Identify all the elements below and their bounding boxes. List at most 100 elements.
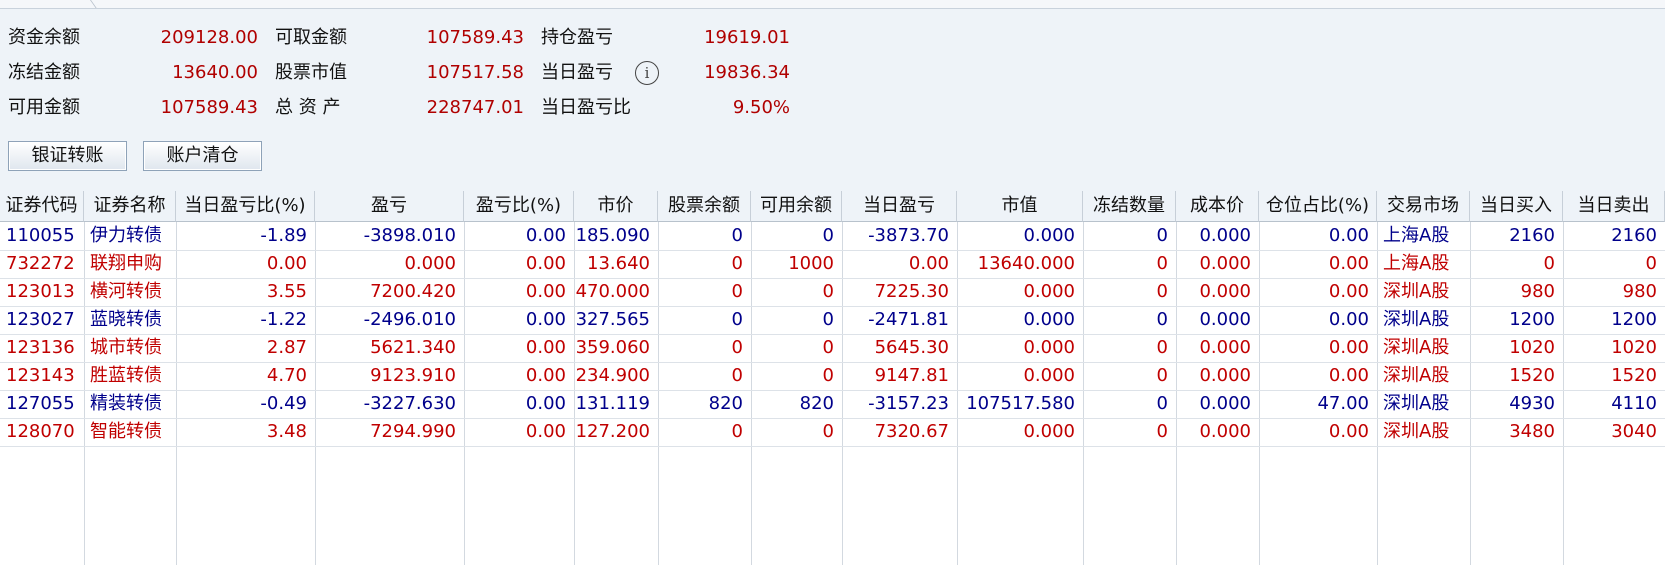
cell-cost-price: 0.000 xyxy=(1199,225,1251,246)
cell-stock-balance: 0 xyxy=(731,337,743,358)
cell-position-ratio: 47.00 xyxy=(1317,393,1369,414)
cell-pnl: -3227.630 xyxy=(363,393,456,414)
cell-code: 732272 xyxy=(6,253,75,274)
cell-sell-today: 1200 xyxy=(1611,309,1657,330)
clear-account-button[interactable]: 账户清仓 xyxy=(143,141,262,171)
info-icon[interactable]: i xyxy=(635,61,659,85)
cell-daily-ratio: 3.48 xyxy=(266,421,307,442)
cell-name: 联翔申购 xyxy=(90,253,162,274)
cell-stock-balance: 0 xyxy=(731,253,743,274)
cell-position-ratio: 0.00 xyxy=(1328,253,1369,274)
cell-buy-today: 0 xyxy=(1543,253,1555,274)
cell-daily-ratio: -1.89 xyxy=(260,225,307,246)
col-header-cost-price[interactable]: 成本价 xyxy=(1176,191,1259,222)
cell-pnl: -2496.010 xyxy=(363,309,456,330)
cell-daily-pnl: 0.00 xyxy=(908,253,949,274)
cell-market-value: 107517.580 xyxy=(966,393,1075,414)
cell-sell-today: 0 xyxy=(1645,253,1657,274)
cell-buy-today: 980 xyxy=(1520,281,1555,302)
cell-frozen-qty: 0 xyxy=(1156,421,1168,442)
cell-pnl-ratio: 0.00 xyxy=(525,337,566,358)
cell-stock-balance: 820 xyxy=(708,393,743,414)
cell-buy-today: 1200 xyxy=(1509,309,1555,330)
table-row[interactable]: 128070 智能转债 3.48 7294.990 0.00 127.200 0 0 7320.… xyxy=(0,418,1665,447)
cell-available-balance: 0 xyxy=(822,365,834,386)
col-header-daily-pnl[interactable]: 当日盈亏 xyxy=(842,191,957,222)
cell-position-ratio: 0.00 xyxy=(1328,421,1369,442)
cell-sell-today: 1520 xyxy=(1611,365,1657,386)
table-row[interactable]: 123013 横河转债 3.55 7200.420 0.00 470.000 0 0 7225.… xyxy=(0,278,1665,307)
cell-position-ratio: 0.00 xyxy=(1328,309,1369,330)
cell-name: 横河转债 xyxy=(90,281,162,302)
col-header-stock-balance[interactable]: 股票余额 xyxy=(658,191,751,222)
balance-value: 209128.00 xyxy=(160,27,258,48)
cell-market-value: 0.000 xyxy=(1023,365,1075,386)
col-header-name[interactable]: 证券名称 xyxy=(84,191,176,222)
col-header-pnl[interactable]: 盈亏 xyxy=(315,191,464,222)
cell-pnl: 9123.910 xyxy=(370,365,456,386)
cell-position-ratio: 0.00 xyxy=(1328,225,1369,246)
withdrawable-label: 可取金额 xyxy=(275,27,347,48)
withdrawable-value: 107589.43 xyxy=(426,27,524,48)
daily-pnl-ratio-value: 9.50% xyxy=(732,97,790,118)
cell-cost-price: 0.000 xyxy=(1199,337,1251,358)
col-header-buy-today[interactable]: 当日买入 xyxy=(1470,191,1563,222)
cell-price: 13.640 xyxy=(587,253,650,274)
col-header-daily-ratio[interactable]: 当日盈亏比(%) xyxy=(176,191,315,222)
cell-market-value: 0.000 xyxy=(1023,421,1075,442)
cell-market: 深圳A股 xyxy=(1383,337,1450,358)
col-header-frozen-qty[interactable]: 冻结数量 xyxy=(1083,191,1176,222)
table-row[interactable]: 732272 联翔申购 0.00 0.000 0.00 13.640 0 1000 0.00 13… xyxy=(0,250,1665,279)
cell-pnl-ratio: 0.00 xyxy=(525,309,566,330)
table-row[interactable]: 123143 胜蓝转债 4.70 9123.910 0.00 234.900 0 0 9147.… xyxy=(0,362,1665,391)
table-row[interactable]: 123136 城市转债 2.87 5621.340 0.00 359.060 0 0 5645.… xyxy=(0,334,1665,363)
cell-code: 123013 xyxy=(6,281,75,302)
cell-position-ratio: 0.00 xyxy=(1328,281,1369,302)
cell-daily-ratio: -0.49 xyxy=(260,393,307,414)
col-header-pnl-ratio[interactable]: 盈亏比(%) xyxy=(464,191,574,222)
positions-table: 证券代码 证券名称 当日盈亏比(%) 盈亏 盈亏比(%) 市价 股票余额 可用余额 当日盈亏 市值… xyxy=(0,191,1665,565)
cell-available-balance: 1000 xyxy=(788,253,834,274)
cell-daily-ratio: 4.70 xyxy=(266,365,307,386)
cell-price: 127.200 xyxy=(575,421,650,442)
market-value-label: 股票市值 xyxy=(275,62,347,83)
cell-market: 深圳A股 xyxy=(1383,365,1450,386)
cell-frozen-qty: 0 xyxy=(1156,393,1168,414)
col-header-position-ratio[interactable]: 仓位占比(%) xyxy=(1259,191,1377,222)
cell-code: 123143 xyxy=(6,365,75,386)
cell-cost-price: 0.000 xyxy=(1199,365,1251,386)
cell-market: 深圳A股 xyxy=(1383,421,1450,442)
table-row[interactable]: 110055 伊力转债 -1.89 -3898.010 0.00 185.090 0 0 -38… xyxy=(0,222,1665,251)
cell-daily-pnl: 7225.30 xyxy=(874,281,949,302)
cell-stock-balance: 0 xyxy=(731,309,743,330)
cell-buy-today: 4930 xyxy=(1509,393,1555,414)
total-assets-value: 228747.01 xyxy=(426,97,524,118)
col-header-market-value[interactable]: 市值 xyxy=(957,191,1083,222)
cell-available-balance: 0 xyxy=(822,225,834,246)
cell-market: 上海A股 xyxy=(1383,253,1450,274)
table-row[interactable]: 123027 蓝晓转债 -1.22 -2496.010 0.00 327.565 0 0 -24… xyxy=(0,306,1665,335)
cell-available-balance: 0 xyxy=(822,309,834,330)
cell-stock-balance: 0 xyxy=(731,365,743,386)
cell-price: 185.090 xyxy=(575,225,650,246)
cell-daily-pnl: 7320.67 xyxy=(874,421,949,442)
cell-sell-today: 2160 xyxy=(1611,225,1657,246)
daily-pnl-label: 当日盈亏 xyxy=(541,62,613,83)
cell-buy-today: 1020 xyxy=(1509,337,1555,358)
cell-buy-today: 3480 xyxy=(1509,421,1555,442)
tab-edge xyxy=(0,0,97,8)
cell-frozen-qty: 0 xyxy=(1156,337,1168,358)
col-header-code[interactable]: 证券代码 xyxy=(0,191,84,222)
cell-market: 深圳A股 xyxy=(1383,281,1450,302)
frozen-value: 13640.00 xyxy=(172,62,258,83)
table-row[interactable]: 127055 精装转债 -0.49 -3227.630 0.00 131.119 820 82… xyxy=(0,390,1665,419)
cell-cost-price: 0.000 xyxy=(1199,281,1251,302)
cell-available-balance: 820 xyxy=(799,393,834,414)
col-header-sell-today[interactable]: 当日卖出 xyxy=(1563,191,1665,222)
col-header-price[interactable]: 市价 xyxy=(574,191,658,222)
cell-daily-ratio: 3.55 xyxy=(266,281,307,302)
cell-frozen-qty: 0 xyxy=(1156,281,1168,302)
bank-transfer-button[interactable]: 银证转账 xyxy=(8,141,127,171)
col-header-market[interactable]: 交易市场 xyxy=(1377,191,1470,222)
col-header-available-balance[interactable]: 可用余额 xyxy=(751,191,842,222)
